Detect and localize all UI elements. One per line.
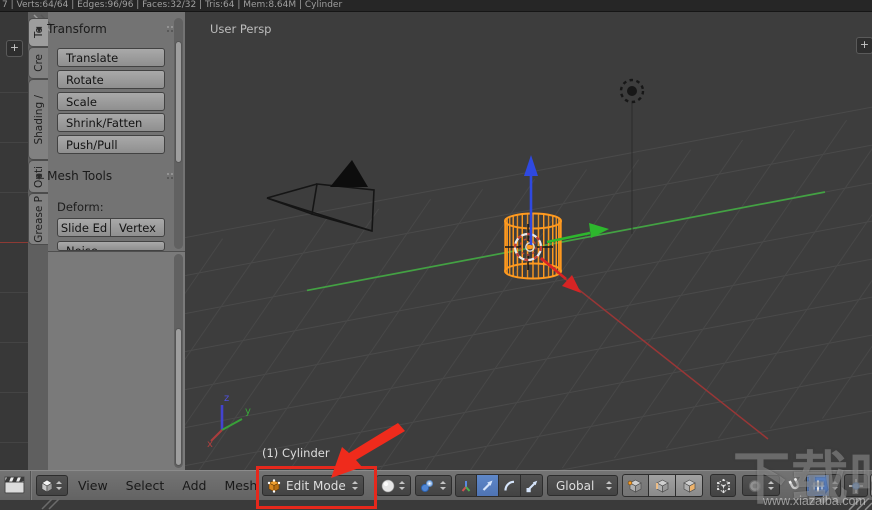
face-select-icon bbox=[682, 479, 696, 493]
collapse-triangle-icon: ▼ bbox=[36, 24, 43, 34]
vertex-select-icon bbox=[627, 479, 642, 493]
edge-select-button[interactable] bbox=[649, 474, 676, 497]
mini-axis-gizmo bbox=[210, 405, 243, 442]
gizmo-z-label: z bbox=[224, 393, 230, 404]
menu-select[interactable]: Select bbox=[126, 471, 165, 500]
grid-line bbox=[0, 342, 28, 343]
menu-add[interactable]: Add bbox=[182, 471, 206, 500]
grid-line bbox=[0, 442, 28, 443]
transform-panel-title: Transform bbox=[47, 22, 107, 36]
face-select-button[interactable] bbox=[676, 474, 703, 497]
area-corner-widget[interactable] bbox=[40, 499, 80, 510]
camera-object[interactable] bbox=[266, 160, 375, 233]
shelf-tab-shading[interactable]: Shading / bbox=[28, 79, 48, 160]
axes-tripod-icon bbox=[461, 480, 471, 492]
panel-grip-icon[interactable] bbox=[167, 26, 169, 28]
gizmo-x-label: x bbox=[207, 439, 213, 450]
header-divider bbox=[30, 471, 31, 500]
grid-line bbox=[0, 142, 28, 143]
push-pull-button[interactable]: Push/Pull bbox=[57, 135, 165, 154]
manipulator-scale-button[interactable] bbox=[521, 474, 543, 497]
pivot-point-dropdown[interactable] bbox=[415, 475, 452, 496]
panel-grip-icon[interactable] bbox=[167, 173, 169, 175]
axis-lines bbox=[306, 191, 826, 440]
annotation-arrow bbox=[331, 423, 405, 478]
mesh-tools-panel-title: Mesh Tools bbox=[47, 169, 113, 183]
header-menus: View Select Add Mesh bbox=[78, 471, 257, 500]
shelf-tab-create[interactable]: Cre bbox=[28, 47, 48, 79]
vertex-slide-button[interactable]: Vertex bbox=[111, 218, 165, 237]
edge-select-icon bbox=[655, 479, 669, 493]
viewport-canvas[interactable] bbox=[185, 12, 872, 470]
rotate-arc-icon bbox=[503, 480, 514, 491]
expand-region-button[interactable]: + bbox=[6, 40, 23, 57]
translate-manipulator[interactable] bbox=[524, 155, 609, 293]
manipulator-translate-button[interactable] bbox=[477, 474, 499, 497]
3d-viewport-cube-icon bbox=[41, 479, 53, 493]
clapperboard-icon[interactable] bbox=[3, 473, 28, 502]
orientation-dropdown-label: Global bbox=[556, 478, 595, 493]
grid-floor bbox=[185, 106, 872, 470]
transform-panel-header[interactable]: ▼ Transform bbox=[36, 22, 107, 36]
scene-stats-bar: 7 | Verts:64/64 | Edges:96/96 | Faces:32… bbox=[0, 0, 872, 12]
dropdown-stepper-icon bbox=[605, 478, 614, 493]
mesh-tools-panel-header[interactable]: ▼ Mesh Tools bbox=[36, 169, 112, 183]
grid-line bbox=[0, 292, 28, 293]
grid-line bbox=[0, 92, 28, 93]
vertex-select-button[interactable] bbox=[622, 474, 649, 497]
translate-button[interactable]: Translate bbox=[57, 48, 165, 67]
view-name-label: User Persp bbox=[210, 22, 272, 36]
manipulator-rotate-button[interactable] bbox=[499, 474, 521, 497]
menu-view[interactable]: View bbox=[78, 471, 108, 500]
shelf-tab-grease-pencil[interactable]: Grease P bbox=[28, 193, 48, 245]
3d-viewport[interactable]: User Persp (1) Cylinder z y x + bbox=[185, 12, 872, 470]
shelf-scrollbar-thumb[interactable] bbox=[175, 41, 182, 163]
blender-window: 7 | Verts:64/64 | Edges:96/96 | Faces:32… bbox=[0, 0, 872, 510]
grid-line bbox=[0, 192, 28, 193]
tool-shelf-empty-area bbox=[48, 251, 185, 470]
editor-type-dropdown[interactable] bbox=[36, 475, 68, 496]
scale-button[interactable]: Scale bbox=[57, 92, 165, 111]
lamp-object[interactable] bbox=[619, 78, 645, 234]
collapse-triangle-icon: ▼ bbox=[36, 171, 43, 181]
gizmo-y-label: y bbox=[245, 406, 251, 417]
watermark-url: www.xiazaiba.com bbox=[763, 494, 866, 508]
menu-mesh[interactable]: Mesh bbox=[224, 471, 257, 500]
lower-scrollbar-thumb[interactable] bbox=[175, 328, 182, 466]
transform-orientation-dropdown[interactable]: Global bbox=[547, 475, 618, 496]
dropdown-stepper-icon bbox=[55, 478, 64, 493]
dotted-cube-icon bbox=[716, 478, 730, 494]
rotate-button[interactable]: Rotate bbox=[57, 70, 165, 89]
properties-region-expand-button[interactable]: + bbox=[856, 37, 872, 54]
x-axis-line bbox=[0, 242, 28, 243]
edge-slide-button[interactable]: Slide Ed bbox=[57, 218, 111, 237]
manipulator-axes-button[interactable] bbox=[455, 474, 477, 497]
scale-arrow-icon bbox=[526, 480, 537, 492]
dropdown-stepper-icon bbox=[439, 478, 448, 493]
side-editor-strip: + bbox=[0, 12, 29, 470]
noise-button-clipped[interactable]: Noise bbox=[57, 241, 165, 251]
shrink-fatten-button[interactable]: Shrink/Fatten bbox=[57, 113, 165, 132]
scene-stats-text: 7 | Verts:64/64 | Edges:96/96 | Faces:32… bbox=[2, 0, 343, 10]
deform-label: Deform: bbox=[57, 200, 104, 214]
tool-shelf: To Cre Shading / Opti Grease P ▼ Transfo… bbox=[28, 12, 185, 470]
pivot-point-icon bbox=[420, 479, 433, 492]
translate-arrow-icon bbox=[482, 480, 492, 491]
grid-line bbox=[0, 392, 28, 393]
